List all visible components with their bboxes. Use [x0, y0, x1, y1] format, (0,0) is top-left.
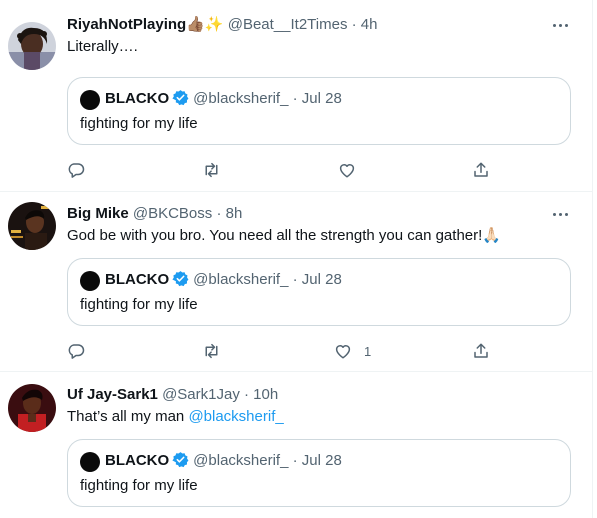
handle[interactable]: @Beat__It2Times	[228, 16, 348, 33]
avatar[interactable]	[8, 202, 56, 250]
reply-button[interactable]	[67, 159, 97, 181]
timestamp[interactable]: 8h	[226, 205, 243, 222]
tweet-text-body: God be with you bro. You need all the st…	[67, 227, 483, 244]
tweet-text: God be with you bro. You need all the st…	[67, 226, 501, 246]
display-name[interactable]: Uf Jay-Sark1	[67, 386, 158, 403]
verified-badge-icon	[172, 270, 189, 294]
heart-icon	[335, 345, 351, 359]
quoted-tweet[interactable]: BLACKO @blacksherif_ · Jul 28 fighting f…	[67, 77, 571, 145]
quoted-separator: ·	[292, 452, 298, 469]
quoted-handle: @blacksherif_	[193, 90, 289, 107]
quoted-avatar	[80, 271, 100, 291]
like-count: 1	[364, 343, 372, 359]
timestamp[interactable]: 4h	[361, 16, 378, 33]
quoted-display-name: BLACKO	[105, 452, 170, 469]
tweet-text: That’s all my man @blacksherif_	[67, 407, 284, 427]
avatar[interactable]	[8, 384, 56, 432]
tweet-header: Big Mike @BKCBoss · 8h	[67, 204, 242, 224]
retweet-button[interactable]	[202, 159, 233, 181]
reply-icon	[68, 344, 85, 359]
display-name[interactable]: RiyahNotPlaying	[67, 16, 186, 33]
retweet-button[interactable]	[202, 340, 233, 362]
quoted-handle: @blacksherif_	[193, 452, 289, 469]
quoted-header: BLACKO @blacksherif_ · Jul 28	[105, 88, 342, 113]
timestamp[interactable]: 10h	[253, 386, 278, 403]
quoted-avatar	[80, 90, 100, 110]
tweet-header: RiyahNotPlaying👍🏽✨ @Beat__It2Times · 4h	[67, 15, 377, 35]
quoted-handle: @blacksherif_	[193, 271, 289, 288]
tweet[interactable]: Big Mike @BKCBoss · 8h God be with you b…	[0, 192, 592, 372]
quoted-separator: ·	[292, 271, 298, 288]
more-options-icon[interactable]	[548, 203, 572, 225]
reply-button[interactable]	[67, 340, 97, 362]
quoted-header: BLACKO @blacksherif_ · Jul 28	[105, 269, 342, 294]
quoted-text: fighting for my life	[80, 115, 198, 132]
tweet-text: Literally….	[67, 37, 138, 57]
tweet-text-body: That’s all my man	[67, 408, 189, 425]
reply-icon	[68, 163, 85, 178]
quoted-text: fighting for my life	[80, 477, 198, 494]
verified-badge-icon	[172, 451, 189, 475]
text-emoji: 🙏🏻	[482, 227, 501, 244]
separator: ·	[216, 205, 222, 222]
tweet-text-body: Literally….	[67, 38, 138, 55]
tweet-actions: 1	[67, 340, 527, 362]
quoted-separator: ·	[292, 90, 298, 107]
mention-link[interactable]: @blacksherif_	[188, 408, 283, 425]
quoted-date: Jul 28	[301, 90, 342, 107]
share-button[interactable]	[472, 159, 490, 181]
separator: ·	[351, 16, 357, 33]
verified-badge-icon	[172, 89, 189, 113]
retweet-icon	[205, 162, 218, 178]
more-options-icon[interactable]	[548, 14, 572, 36]
share-icon	[474, 343, 488, 358]
quoted-date: Jul 28	[301, 452, 342, 469]
quoted-date: Jul 28	[301, 271, 342, 288]
share-icon	[474, 162, 488, 177]
like-button[interactable]: 1	[334, 340, 371, 362]
handle[interactable]: @BKCBoss	[133, 205, 212, 222]
quoted-tweet[interactable]: BLACKO @blacksherif_ · Jul 28 fighting f…	[67, 439, 571, 507]
display-name[interactable]: Big Mike	[67, 205, 129, 222]
quoted-display-name: BLACKO	[105, 90, 170, 107]
quoted-header: BLACKO @blacksherif_ · Jul 28	[105, 450, 342, 475]
heart-icon	[339, 164, 355, 178]
quoted-text: fighting for my life	[80, 296, 198, 313]
avatar[interactable]	[8, 22, 56, 70]
retweet-icon	[205, 343, 218, 359]
quoted-tweet[interactable]: BLACKO @blacksherif_ · Jul 28 fighting f…	[67, 258, 571, 326]
quoted-avatar	[80, 452, 100, 472]
separator: ·	[244, 386, 249, 403]
share-button[interactable]	[472, 340, 490, 362]
quoted-display-name: BLACKO	[105, 271, 170, 288]
tweet-header: Uf Jay-Sark1 @Sark1Jay · 10h	[67, 385, 278, 405]
tweet[interactable]: RiyahNotPlaying👍🏽✨ @Beat__It2Times · 4h …	[0, 14, 592, 192]
name-emoji: 👍🏽✨	[186, 16, 224, 33]
tweet-actions	[67, 159, 527, 181]
handle[interactable]: @Sark1Jay	[162, 386, 240, 403]
tweet[interactable]: Uf Jay-Sark1 @Sark1Jay · 10h That’s all …	[0, 372, 592, 518]
timeline-border	[592, 0, 593, 518]
like-button[interactable]	[338, 159, 368, 181]
